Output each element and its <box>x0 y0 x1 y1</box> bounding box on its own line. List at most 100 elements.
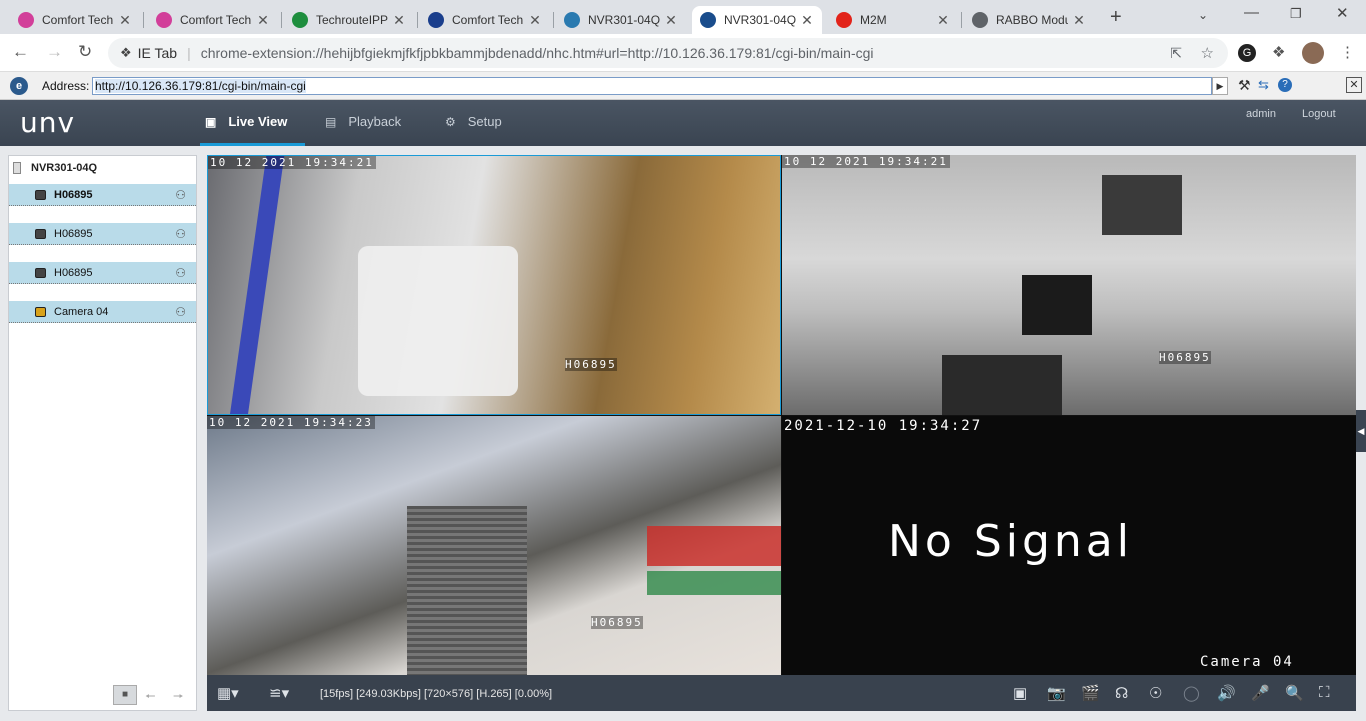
reload-icon[interactable]: ↻ <box>78 42 92 62</box>
puzzle-icon: ❖ <box>120 45 132 60</box>
screen-layout-icon[interactable]: ▦▾ <box>217 684 239 702</box>
video-window-2[interactable]: 10 12 2021 19:34:21 H06895 <box>782 155 1356 415</box>
menu-icon[interactable]: ⋮ <box>1340 43 1355 61</box>
camera-playback-icon[interactable]: ⚇ <box>175 227 186 241</box>
browser-tab-7[interactable]: M2M ✕ <box>828 6 958 34</box>
browser-tab-2[interactable]: Comfort Tech ✕ <box>148 6 278 34</box>
next-page-icon[interactable]: 🠖 <box>173 687 184 708</box>
camera-name: H06895 <box>54 188 93 201</box>
share-icon[interactable]: ⇱ <box>1170 45 1182 62</box>
url-text[interactable]: chrome-extension://hehijbfgiekmjfkfjpbkb… <box>201 45 874 61</box>
browser-tab-3[interactable]: TechrouteIPP ✕ <box>284 6 414 34</box>
tab-live-view[interactable]: ▣ Live View <box>205 114 287 129</box>
tab-title: TechrouteIPP <box>316 13 388 27</box>
camera-playback-icon[interactable]: ⚇ <box>175 305 186 319</box>
forward-icon[interactable]: → <box>46 42 63 62</box>
microphone-icon[interactable]: 🎤 <box>1251 684 1270 702</box>
profile-avatar[interactable] <box>1302 42 1324 64</box>
nvr-app: unv ▣ Live View ▤ Playback ⚙ Setup admin… <box>0 100 1366 721</box>
gear-icon: ⚙ <box>445 114 456 129</box>
close-tab-icon[interactable]: ✕ <box>664 12 678 29</box>
ptz-icon[interactable]: ☉ <box>1149 684 1162 702</box>
pip-icon[interactable]: ▣ <box>1013 684 1027 702</box>
video-2-timestamp: 10 12 2021 19:34:21 <box>782 155 950 168</box>
camera-playback-icon[interactable]: ⚇ <box>175 188 186 202</box>
tab-title: Comfort Tech <box>452 13 524 27</box>
bookmark-star-icon[interactable]: ☆ <box>1201 44 1214 62</box>
camera-item[interactable]: H06895 ⚇ <box>9 184 196 206</box>
browser-toolbar: ← → ↻ ❖ IE Tab | chrome-extension://hehi… <box>0 34 1366 72</box>
close-tab-icon[interactable]: ✕ <box>1072 12 1086 29</box>
close-tab-icon[interactable]: ✕ <box>256 12 270 29</box>
browser-tab-6[interactable]: NVR301-04Q ✕ <box>692 6 822 34</box>
browser-tab-8[interactable]: RABBO Modu ✕ <box>964 6 1094 34</box>
sync-icon[interactable]: ⇆ <box>1258 77 1269 93</box>
live-control-bar: ▦▾ ≌▾ [15fps] [249.03Kbps] [720×576] [H.… <box>207 675 1356 711</box>
video-4-timestamp: 2021-12-10 19:34:27 <box>784 418 983 434</box>
camera-item[interactable]: Camera 04 ⚇ <box>9 301 196 323</box>
tools-icon[interactable]: ⚒ <box>1238 77 1251 94</box>
ietab-chip-label: IE Tab <box>137 45 178 61</box>
fullscreen-icon[interactable]: ⛶ <box>1319 684 1330 701</box>
camera-warning-icon <box>35 306 46 317</box>
close-tab-icon[interactable]: ✕ <box>528 12 542 29</box>
device-row[interactable]: NVR301-04Q <box>13 162 97 174</box>
prev-page-icon[interactable]: 🠔 <box>145 687 156 708</box>
tab-separator <box>143 12 144 28</box>
two-way-audio-icon[interactable]: ☊ <box>1115 684 1128 702</box>
stream-type-icon[interactable]: ≌▾ <box>269 684 289 702</box>
help-icon[interactable]: ? <box>1278 78 1292 92</box>
restore-icon[interactable]: ❐ <box>1290 6 1302 22</box>
new-tab-button[interactable]: + <box>1110 6 1122 29</box>
camera-name: H06895 <box>54 266 93 279</box>
tab-search-icon[interactable]: ⌄ <box>1198 8 1208 22</box>
camera-item[interactable]: H06895 ⚇ <box>9 262 196 284</box>
video-window-3[interactable]: 10 12 2021 19:34:23 H06895 <box>207 416 781 675</box>
tab-setup[interactable]: ⚙ Setup <box>445 114 502 129</box>
browser-tab-4[interactable]: Comfort Tech ✕ <box>420 6 550 34</box>
video-window-4[interactable]: 2021-12-10 19:34:27 No Signal Camera 04 <box>782 416 1356 675</box>
minimize-icon[interactable]: — <box>1244 4 1259 21</box>
airtel-icon <box>836 12 852 28</box>
video-window-1[interactable]: 10 12 2021 19:34:21 H06895 <box>207 155 781 415</box>
camera-playback-icon[interactable]: ⚇ <box>175 266 186 280</box>
close-ietab-icon[interactable]: ✕ <box>1346 77 1362 93</box>
rolling-shutter <box>407 506 527 675</box>
tab-title: NVR301-04Q <box>588 13 660 27</box>
logout-link[interactable]: Logout <box>1302 108 1336 120</box>
browser-tab-strip: Comfort Tech ✕ Comfort Tech ✕ TechrouteIPP ✕ C… <box>0 0 1366 34</box>
snapshot-icon[interactable]: 📷 <box>1047 684 1066 702</box>
fisheye-icon[interactable]: ◯ <box>1183 684 1200 702</box>
stop-all-button[interactable]: ■ <box>113 685 137 705</box>
back-icon[interactable]: ← <box>12 42 29 62</box>
video-4-label: Camera 04 <box>1200 654 1294 670</box>
browser-tab-1[interactable]: Comfort Tech ✕ <box>10 6 140 34</box>
record-clip-icon[interactable]: 🎬 <box>1081 684 1100 702</box>
go-icon[interactable]: ▶ <box>1212 77 1228 95</box>
switchboard <box>1102 175 1182 235</box>
camera-item[interactable]: H06895 ⚇ <box>9 223 196 245</box>
close-tab-icon[interactable]: ✕ <box>800 12 814 29</box>
tab-playback[interactable]: ▤ Playback <box>325 114 401 129</box>
address-bar[interactable]: ❖ IE Tab | chrome-extension://hehijbfgie… <box>108 38 1228 68</box>
video-1-timestamp: 10 12 2021 19:34:21 <box>208 156 376 169</box>
close-tab-icon[interactable]: ✕ <box>936 12 950 29</box>
tab-title: NVR301-04Q <box>724 13 796 27</box>
live-video-grid: 10 12 2021 19:34:21 H06895 10 12 2021 19… <box>207 155 1356 675</box>
extensions-icon[interactable]: ❖ <box>1272 43 1285 61</box>
collapse-panel-handle[interactable]: ◀ <box>1356 410 1366 452</box>
close-window-icon[interactable]: ✕ <box>1336 4 1349 22</box>
film-icon: ▤ <box>325 114 337 129</box>
ie-address-input[interactable]: http://10.126.36.179:81/cgi-bin/main-cgi <box>92 77 1212 95</box>
digital-zoom-icon[interactable]: 🔍 <box>1285 684 1304 702</box>
ie-address-value: http://10.126.36.179:81/cgi-bin/main-cgi <box>95 79 306 93</box>
tab-playback-label: Playback <box>348 114 402 129</box>
close-tab-icon[interactable]: ✕ <box>392 12 406 29</box>
extension-g-icon[interactable]: G <box>1238 44 1256 62</box>
nvr-device-icon <box>13 162 21 174</box>
blue-door-frame <box>229 156 285 414</box>
close-tab-icon[interactable]: ✕ <box>118 12 132 29</box>
equipment-rack <box>942 355 1062 415</box>
browser-tab-5[interactable]: NVR301-04Q ✕ <box>556 6 686 34</box>
volume-icon[interactable]: 🔊 <box>1217 684 1236 702</box>
